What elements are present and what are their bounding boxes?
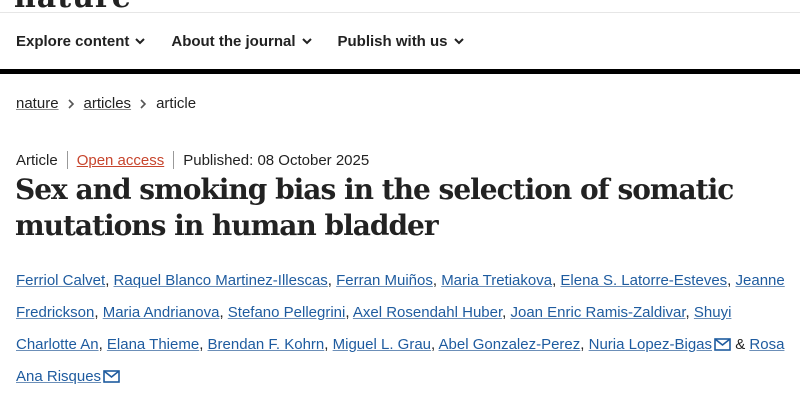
nav-about-journal[interactable]: About the journal xyxy=(171,32,312,50)
nav-explore-content[interactable]: Explore content xyxy=(16,32,146,50)
author-link[interactable]: Maria Andrianova xyxy=(103,304,220,321)
meta-divider xyxy=(173,151,175,169)
author-link[interactable]: Abel Gonzalez-Perez xyxy=(439,336,581,353)
meta-divider xyxy=(66,151,68,169)
author-link[interactable]: Elana Thieme xyxy=(107,336,199,353)
chevron-down-icon xyxy=(301,37,312,44)
author-link[interactable]: Nuria Lopez-Bigas xyxy=(589,336,712,353)
author-link[interactable]: Axel Rosendahl Huber xyxy=(353,304,502,321)
article-title: Sex and smoking bias in the selection of… xyxy=(15,173,734,242)
chevron-down-icon xyxy=(135,37,146,44)
author-link[interactable]: Brendan F. Kohrn xyxy=(208,336,325,353)
author-link[interactable]: Ferran Muiños xyxy=(336,272,433,289)
author-joiner: & xyxy=(735,336,746,353)
author-link[interactable]: Joan Enric Ramis-Zaldivar xyxy=(510,304,685,321)
published-date: Published: 08 October 2025 xyxy=(183,151,370,169)
article-meta: Article Open access Published: 08 Octobe… xyxy=(16,151,369,169)
chevron-right-icon xyxy=(140,98,147,109)
chevron-down-icon xyxy=(453,37,464,44)
breadcrumb-current: article xyxy=(156,95,197,112)
nav-publish-with-us[interactable]: Publish with us xyxy=(338,33,464,50)
open-access-link[interactable]: Open access xyxy=(77,152,165,169)
nav-divider xyxy=(0,69,800,74)
author-link[interactable]: Elena S. Latorre-Esteves xyxy=(560,272,727,289)
author-link[interactable]: Raquel Blanco Martinez-Illescas xyxy=(114,272,328,289)
mail-icon[interactable] xyxy=(714,338,731,351)
nav-label: Explore content xyxy=(16,32,130,50)
chevron-right-icon xyxy=(67,98,74,109)
masthead: nature xyxy=(0,0,800,13)
article-type: Article xyxy=(16,151,58,169)
breadcrumb-nature[interactable]: nature xyxy=(16,95,59,112)
breadcrumb: nature articles article xyxy=(16,95,196,112)
breadcrumb-articles[interactable]: articles xyxy=(84,95,132,112)
journal-logo[interactable]: nature xyxy=(14,0,132,12)
author-link[interactable]: Miguel L. Grau xyxy=(333,336,431,353)
nav-label: About the journal xyxy=(171,32,296,50)
author-list: Ferriol Calvet, Raquel Blanco Martinez-I… xyxy=(16,272,785,385)
main-nav: Explore content About the journal Publis… xyxy=(0,13,800,69)
author-link[interactable]: Ferriol Calvet xyxy=(16,272,105,289)
nav-label: Publish with us xyxy=(337,32,448,50)
mail-icon[interactable] xyxy=(103,370,120,383)
author-link[interactable]: Stefano Pellegrini xyxy=(228,304,346,321)
author-link[interactable]: Maria Tretiakova xyxy=(441,272,552,289)
